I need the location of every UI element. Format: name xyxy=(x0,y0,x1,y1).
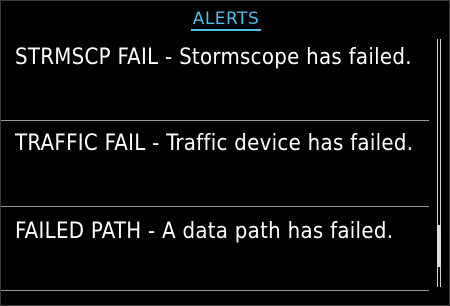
alert-message: TRAFFIC FAIL - Traffic device has failed… xyxy=(15,131,414,156)
alert-item-strmscp-fail[interactable]: STRMSCP FAIL - Stormscope has failed. xyxy=(1,35,429,121)
alert-message: FAILED PATH - A data path has failed. xyxy=(15,219,394,244)
alert-item-failed-path[interactable]: FAILED PATH - A data path has failed. xyxy=(1,207,429,291)
alert-list[interactable]: STRMSCP FAIL - Stormscope has failed. TR… xyxy=(1,35,429,291)
scrollbar[interactable] xyxy=(437,39,441,287)
alert-item-traffic-fail[interactable]: TRAFFIC FAIL - Traffic device has failed… xyxy=(1,121,429,207)
alerts-window: ALERTS STRMSCP FAIL - Stormscope has fai… xyxy=(0,0,450,306)
alerts-title: ALERTS xyxy=(190,9,262,31)
scrollbar-thumb[interactable] xyxy=(437,225,441,268)
alerts-header: ALERTS xyxy=(1,9,450,33)
alert-message: STRMSCP FAIL - Stormscope has failed. xyxy=(15,45,412,70)
